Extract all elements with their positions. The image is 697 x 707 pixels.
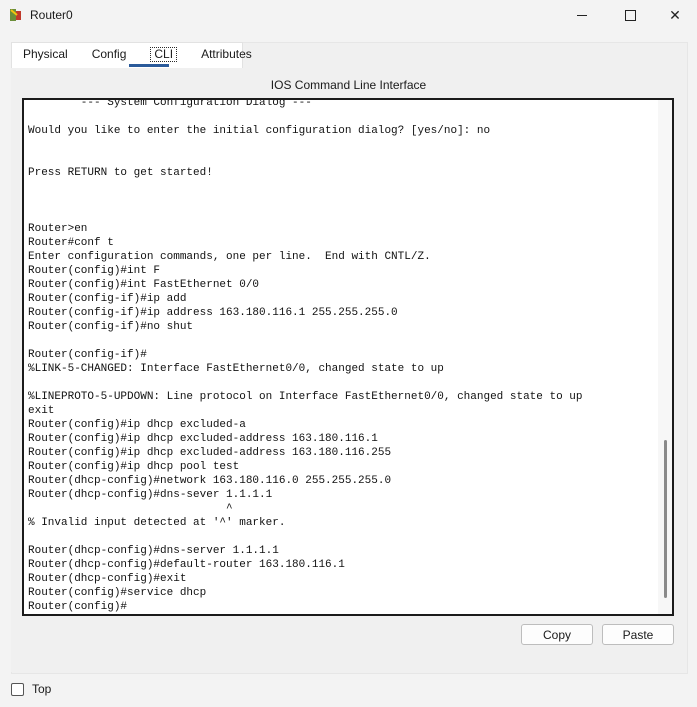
- close-button[interactable]: ✕: [653, 0, 697, 30]
- scrollbar-thumb[interactable]: [664, 440, 667, 598]
- active-tab-indicator: [129, 64, 169, 67]
- terminal-output: --- System Configuration Dialog --- Would…: [28, 98, 658, 614]
- terminal-line: Router(dhcp-config)#default-router 163.1…: [28, 559, 345, 571]
- terminal-line: exit: [28, 405, 55, 417]
- terminal-line: % Invalid input detected at '^' marker.: [28, 517, 286, 529]
- terminal-line: Router(dhcp-config)#dns-server 1.1.1.1: [28, 545, 279, 557]
- terminal-line: Router(config)#ip dhcp pool test: [28, 461, 240, 473]
- router-app-icon: [10, 9, 21, 21]
- minimize-button[interactable]: [559, 0, 605, 30]
- terminal-line: Router(config)#int F: [28, 265, 161, 277]
- minimize-icon: [577, 14, 587, 16]
- terminal-line: Router(config)#ip dhcp excluded-address …: [28, 433, 378, 445]
- terminal-line: Router>en: [28, 223, 88, 235]
- terminal-line: Router(config)#ip dhcp excluded-a: [28, 419, 246, 431]
- terminal-line: Would you like to enter the initial conf…: [28, 125, 491, 137]
- terminal-scrollbar[interactable]: [658, 100, 672, 614]
- terminal-line: %LINEPROTO-5-UPDOWN: Line protocol on In…: [28, 391, 583, 403]
- terminal-line: Press RETURN to get started!: [28, 167, 213, 179]
- terminal-line: --- System Configuration Dialog ---: [28, 98, 312, 109]
- title-bar: Router0 ✕: [0, 0, 697, 30]
- copy-button[interactable]: Copy: [521, 624, 593, 645]
- terminal-line: Router(config-if)#no shut: [28, 321, 194, 333]
- top-checkbox-row[interactable]: Top: [11, 682, 51, 696]
- terminal-line: Router#conf t: [28, 237, 114, 249]
- window-title: Router0: [30, 8, 73, 22]
- terminal-line: Router(config)#: [28, 601, 128, 613]
- cli-heading: IOS Command Line Interface: [270, 78, 427, 92]
- cli-terminal[interactable]: --- System Configuration Dialog --- Would…: [22, 98, 674, 616]
- maximize-button[interactable]: [607, 0, 653, 30]
- terminal-line: Router(config-if)#: [28, 349, 147, 361]
- terminal-line: Router(config-if)#ip address 163.180.116…: [28, 307, 398, 319]
- top-checkbox[interactable]: [11, 682, 24, 696]
- terminal-line: Router(dhcp-config)#network 163.180.116.…: [28, 475, 392, 487]
- terminal-line: Router(config)#ip dhcp excluded-address …: [28, 447, 392, 459]
- terminal-line: Router(config)#int FastEthernet 0/0: [28, 279, 260, 291]
- terminal-line: %LINK-5-CHANGED: Interface FastEthernet0…: [28, 363, 444, 375]
- maximize-icon: [624, 9, 636, 21]
- top-checkbox-label: Top: [32, 682, 52, 696]
- paste-button[interactable]: Paste: [602, 624, 674, 645]
- tab-cli[interactable]: CLI: [138, 42, 189, 66]
- tab-attributes[interactable]: Attributes: [189, 42, 264, 66]
- terminal-line: Router(config-if)#ip add: [28, 293, 187, 305]
- terminal-line: Router(dhcp-config)#dns-sever 1.1.1.1: [28, 489, 273, 501]
- terminal-line: Router(dhcp-config)#exit: [28, 573, 187, 585]
- tab-physical[interactable]: Physical: [11, 42, 80, 66]
- tab-config[interactable]: Config: [80, 42, 139, 66]
- close-icon: ✕: [669, 6, 681, 23]
- terminal-line: ^: [28, 503, 233, 515]
- terminal-line: Enter configuration commands, one per li…: [28, 251, 431, 263]
- terminal-line: Router(config)#service dhcp: [28, 587, 207, 599]
